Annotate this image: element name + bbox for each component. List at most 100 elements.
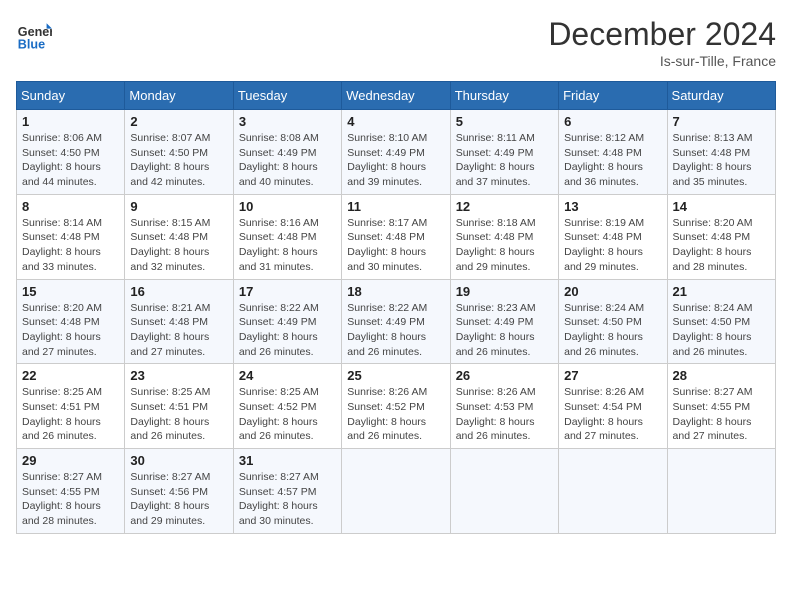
calendar-day-cell xyxy=(559,449,667,534)
day-info: Sunrise: 8:25 AMSunset: 4:52 PMDaylight:… xyxy=(239,385,336,444)
location-subtitle: Is-sur-Tille, France xyxy=(548,53,776,69)
day-info: Sunrise: 8:22 AMSunset: 4:49 PMDaylight:… xyxy=(347,301,444,360)
day-number: 21 xyxy=(673,284,770,299)
day-info: Sunrise: 8:16 AMSunset: 4:48 PMDaylight:… xyxy=(239,216,336,275)
calendar-day-cell: 17 Sunrise: 8:22 AMSunset: 4:49 PMDayligh… xyxy=(233,279,341,364)
calendar-day-cell: 21 Sunrise: 8:24 AMSunset: 4:50 PMDayligh… xyxy=(667,279,775,364)
day-number: 4 xyxy=(347,114,444,129)
day-number: 19 xyxy=(456,284,553,299)
day-info: Sunrise: 8:10 AMSunset: 4:49 PMDaylight:… xyxy=(347,131,444,190)
calendar-day-cell: 18 Sunrise: 8:22 AMSunset: 4:49 PMDayligh… xyxy=(342,279,450,364)
title-area: December 2024 Is-sur-Tille, France xyxy=(548,16,776,69)
day-number: 3 xyxy=(239,114,336,129)
svg-text:Blue: Blue xyxy=(18,37,45,51)
calendar-day-cell: 8Sunrise: 8:14 AMSunset: 4:48 PMDaylight… xyxy=(17,194,125,279)
day-info: Sunrise: 8:13 AMSunset: 4:48 PMDaylight:… xyxy=(673,131,770,190)
day-info: Sunrise: 8:17 AMSunset: 4:48 PMDaylight:… xyxy=(347,216,444,275)
day-info: Sunrise: 8:26 AMSunset: 4:54 PMDaylight:… xyxy=(564,385,661,444)
day-number: 15 xyxy=(22,284,119,299)
calendar-day-cell: 14Sunrise: 8:20 AMSunset: 4:48 PMDayligh… xyxy=(667,194,775,279)
calendar-day-cell: 11 Sunrise: 8:17 AMSunset: 4:48 PMDayligh… xyxy=(342,194,450,279)
calendar-day-cell: 23 Sunrise: 8:25 AMSunset: 4:51 PMDayligh… xyxy=(125,364,233,449)
day-number: 11 xyxy=(347,199,444,214)
day-number: 5 xyxy=(456,114,553,129)
calendar-day-cell: 27 Sunrise: 8:26 AMSunset: 4:54 PMDayligh… xyxy=(559,364,667,449)
day-info: Sunrise: 8:27 AMSunset: 4:55 PMDaylight:… xyxy=(673,385,770,444)
calendar-day-cell: 25 Sunrise: 8:26 AMSunset: 4:52 PMDayligh… xyxy=(342,364,450,449)
day-info: Sunrise: 8:08 AMSunset: 4:49 PMDaylight:… xyxy=(239,131,336,190)
day-number: 16 xyxy=(130,284,227,299)
day-number: 17 xyxy=(239,284,336,299)
calendar-day-cell: 6 Sunrise: 8:12 AMSunset: 4:48 PMDaylight… xyxy=(559,110,667,195)
day-number: 20 xyxy=(564,284,661,299)
calendar-week-row: 8Sunrise: 8:14 AMSunset: 4:48 PMDaylight… xyxy=(17,194,776,279)
logo-icon: General Blue xyxy=(16,16,52,52)
calendar-day-cell: 5Sunrise: 8:11 AMSunset: 4:49 PMDaylight… xyxy=(450,110,558,195)
day-of-week-header: Monday xyxy=(125,82,233,110)
day-info: Sunrise: 8:18 AMSunset: 4:48 PMDaylight:… xyxy=(456,216,553,275)
day-info: Sunrise: 8:27 AMSunset: 4:55 PMDaylight:… xyxy=(22,470,119,529)
day-info: Sunrise: 8:07 AMSunset: 4:50 PMDaylight:… xyxy=(130,131,227,190)
day-of-week-header: Wednesday xyxy=(342,82,450,110)
calendar-table: SundayMondayTuesdayWednesdayThursdayFrid… xyxy=(16,81,776,534)
day-info: Sunrise: 8:22 AMSunset: 4:49 PMDaylight:… xyxy=(239,301,336,360)
calendar-day-cell: 24 Sunrise: 8:25 AMSunset: 4:52 PMDayligh… xyxy=(233,364,341,449)
day-number: 27 xyxy=(564,368,661,383)
day-info: Sunrise: 8:24 AMSunset: 4:50 PMDaylight:… xyxy=(673,301,770,360)
day-info: Sunrise: 8:25 AMSunset: 4:51 PMDaylight:… xyxy=(130,385,227,444)
calendar-day-cell: 13 Sunrise: 8:19 AMSunset: 4:48 PMDayligh… xyxy=(559,194,667,279)
calendar-day-cell: 20 Sunrise: 8:24 AMSunset: 4:50 PMDayligh… xyxy=(559,279,667,364)
day-of-week-header: Sunday xyxy=(17,82,125,110)
day-number: 25 xyxy=(347,368,444,383)
calendar-day-cell xyxy=(450,449,558,534)
day-info: Sunrise: 8:20 AMSunset: 4:48 PMDaylight:… xyxy=(673,216,770,275)
day-info: Sunrise: 8:06 AMSunset: 4:50 PMDaylight:… xyxy=(22,131,119,190)
calendar-day-cell xyxy=(667,449,775,534)
calendar-day-cell: 31Sunrise: 8:27 AMSunset: 4:57 PMDayligh… xyxy=(233,449,341,534)
calendar-day-cell: 4 Sunrise: 8:10 AMSunset: 4:49 PMDaylight… xyxy=(342,110,450,195)
calendar-day-cell: 29 Sunrise: 8:27 AMSunset: 4:55 PMDayligh… xyxy=(17,449,125,534)
calendar-header-row: SundayMondayTuesdayWednesdayThursdayFrid… xyxy=(17,82,776,110)
day-of-week-header: Friday xyxy=(559,82,667,110)
day-number: 29 xyxy=(22,453,119,468)
month-title: December 2024 xyxy=(548,16,776,53)
day-info: Sunrise: 8:26 AMSunset: 4:53 PMDaylight:… xyxy=(456,385,553,444)
day-number: 6 xyxy=(564,114,661,129)
calendar-day-cell: 22 Sunrise: 8:25 AMSunset: 4:51 PMDayligh… xyxy=(17,364,125,449)
day-number: 2 xyxy=(130,114,227,129)
day-number: 26 xyxy=(456,368,553,383)
day-info: Sunrise: 8:27 AMSunset: 4:57 PMDaylight:… xyxy=(239,470,336,529)
day-number: 8 xyxy=(22,199,119,214)
day-info: Sunrise: 8:25 AMSunset: 4:51 PMDaylight:… xyxy=(22,385,119,444)
calendar-day-cell: 15 Sunrise: 8:20 AMSunset: 4:48 PMDayligh… xyxy=(17,279,125,364)
calendar-body: 1Sunrise: 8:06 AMSunset: 4:50 PMDaylight… xyxy=(17,110,776,534)
day-number: 10 xyxy=(239,199,336,214)
day-number: 23 xyxy=(130,368,227,383)
day-of-week-header: Tuesday xyxy=(233,82,341,110)
day-number: 13 xyxy=(564,199,661,214)
day-of-week-header: Saturday xyxy=(667,82,775,110)
calendar-week-row: 15 Sunrise: 8:20 AMSunset: 4:48 PMDayligh… xyxy=(17,279,776,364)
day-number: 18 xyxy=(347,284,444,299)
day-info: Sunrise: 8:20 AMSunset: 4:48 PMDaylight:… xyxy=(22,301,119,360)
day-number: 30 xyxy=(130,453,227,468)
day-number: 9 xyxy=(130,199,227,214)
day-info: Sunrise: 8:15 AMSunset: 4:48 PMDaylight:… xyxy=(130,216,227,275)
logo: General Blue xyxy=(16,16,52,52)
calendar-week-row: 29 Sunrise: 8:27 AMSunset: 4:55 PMDayligh… xyxy=(17,449,776,534)
day-number: 22 xyxy=(22,368,119,383)
day-info: Sunrise: 8:23 AMSunset: 4:49 PMDaylight:… xyxy=(456,301,553,360)
calendar-day-cell: 12Sunrise: 8:18 AMSunset: 4:48 PMDayligh… xyxy=(450,194,558,279)
day-info: Sunrise: 8:12 AMSunset: 4:48 PMDaylight:… xyxy=(564,131,661,190)
day-of-week-header: Thursday xyxy=(450,82,558,110)
calendar-day-cell xyxy=(342,449,450,534)
day-info: Sunrise: 8:26 AMSunset: 4:52 PMDaylight:… xyxy=(347,385,444,444)
day-number: 24 xyxy=(239,368,336,383)
day-number: 7 xyxy=(673,114,770,129)
calendar-day-cell: 26 Sunrise: 8:26 AMSunset: 4:53 PMDayligh… xyxy=(450,364,558,449)
day-info: Sunrise: 8:19 AMSunset: 4:48 PMDaylight:… xyxy=(564,216,661,275)
calendar-day-cell: 10 Sunrise: 8:16 AMSunset: 4:48 PMDayligh… xyxy=(233,194,341,279)
calendar-day-cell: 2 Sunrise: 8:07 AMSunset: 4:50 PMDaylight… xyxy=(125,110,233,195)
day-info: Sunrise: 8:24 AMSunset: 4:50 PMDaylight:… xyxy=(564,301,661,360)
calendar-day-cell: 19 Sunrise: 8:23 AMSunset: 4:49 PMDayligh… xyxy=(450,279,558,364)
